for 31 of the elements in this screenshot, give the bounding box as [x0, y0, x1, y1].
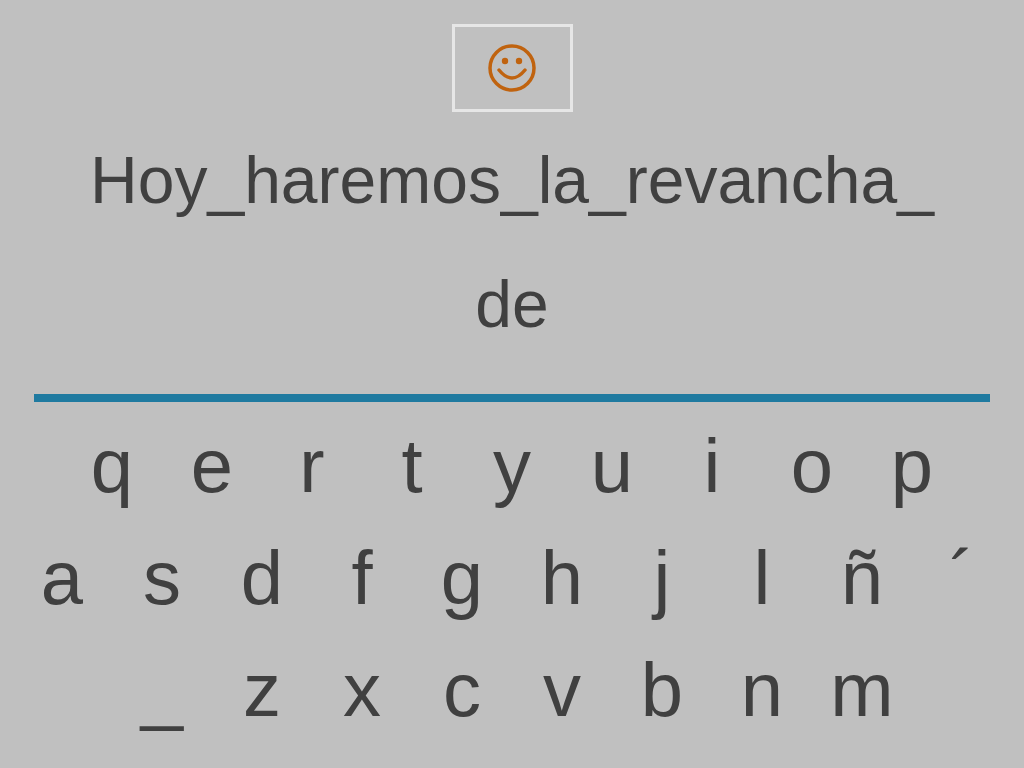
- letter-key[interactable]: g: [412, 528, 512, 628]
- letter-key[interactable]: d: [212, 528, 312, 628]
- smiley-icon: [487, 43, 537, 93]
- letter-key[interactable]: c: [412, 640, 512, 740]
- letter-key[interactable]: a: [12, 528, 112, 628]
- letter-key[interactable]: u: [562, 416, 662, 516]
- letter-key[interactable]: e: [162, 416, 262, 516]
- sentence-text: Hoy_haremos_la_revancha_: [90, 142, 934, 219]
- letter-key[interactable]: f: [312, 528, 412, 628]
- letter-key[interactable]: n: [712, 640, 812, 740]
- letter-key[interactable]: j: [612, 528, 712, 628]
- letter-key[interactable]: s: [112, 528, 212, 628]
- letter-key[interactable]: r: [262, 416, 362, 516]
- sentence-text: de: [475, 266, 549, 343]
- letter-key[interactable]: v: [512, 640, 612, 740]
- letter-key[interactable]: z: [212, 640, 312, 740]
- letter-key[interactable]: h: [512, 528, 612, 628]
- letter-key[interactable]: ´: [912, 528, 1012, 628]
- letter-key[interactable]: ñ: [812, 528, 912, 628]
- letter-key[interactable]: y: [462, 416, 562, 516]
- letter-key[interactable]: i: [662, 416, 762, 516]
- letter-key[interactable]: x: [312, 640, 412, 740]
- letter-key[interactable]: m: [812, 640, 912, 740]
- letter-key[interactable]: l: [712, 528, 812, 628]
- letter-key[interactable]: p: [862, 416, 962, 516]
- letter-key[interactable]: t: [362, 416, 462, 516]
- letter-key[interactable]: b: [612, 640, 712, 740]
- letter-key[interactable]: o: [762, 416, 862, 516]
- hint-button[interactable]: [451, 24, 573, 112]
- letter-key[interactable]: _: [112, 640, 212, 740]
- letter-key[interactable]: q: [62, 416, 162, 516]
